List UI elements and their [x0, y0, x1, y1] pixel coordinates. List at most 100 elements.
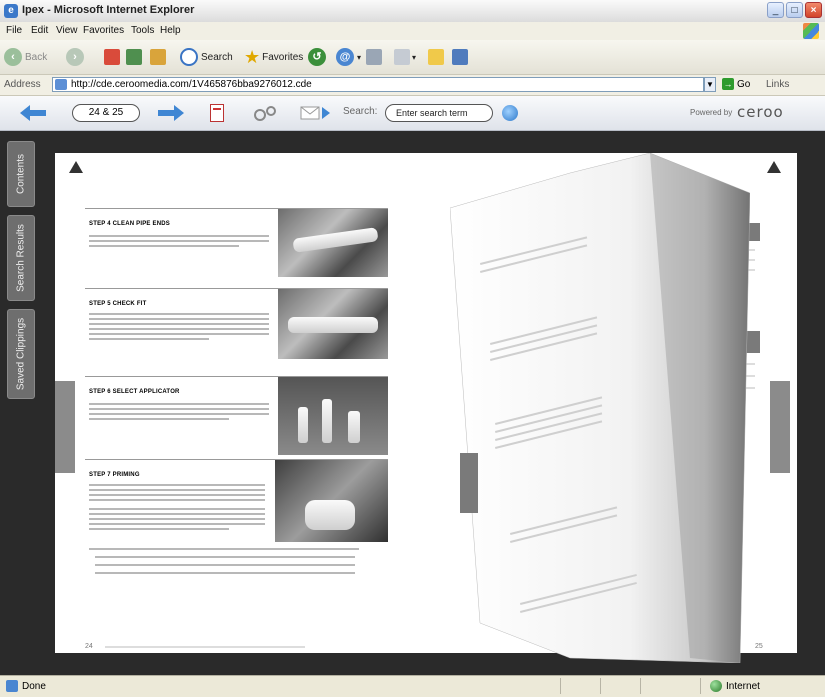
page-number-right: 25 — [755, 643, 763, 650]
page-number-input[interactable]: 24 & 25 — [72, 104, 140, 122]
text-line — [89, 323, 269, 325]
edit-dropdown-icon: ▾ — [412, 52, 417, 62]
text-line — [89, 240, 269, 242]
text-line — [89, 548, 359, 550]
menu-view[interactable]: View — [56, 25, 78, 36]
address-url: http://cde.ceroomedia.com/1V465876bba927… — [71, 79, 312, 90]
step-title: STEP 5 CHECK FIT — [89, 301, 147, 307]
email-page-button[interactable] — [300, 104, 330, 122]
text-line — [89, 328, 269, 330]
printer-icon — [366, 49, 382, 65]
home-icon — [150, 49, 166, 65]
address-label: Address — [4, 79, 41, 90]
text-line — [89, 484, 265, 486]
mail-dropdown-icon: ▾ — [357, 52, 362, 62]
step-block: STEP 5 CHECK FIT — [85, 288, 388, 377]
links-button[interactable]: Links — [766, 79, 789, 90]
magazine-spread: STEP 4 CLEAN PIPE ENDS STEP 5 CHECK FIT … — [55, 153, 797, 663]
windows-logo-icon — [803, 23, 819, 39]
next-page-edge-tab[interactable] — [770, 381, 790, 473]
viewer-search-label: Search: — [343, 106, 378, 117]
back-arrow-icon: ‹ — [4, 48, 22, 66]
home-button[interactable] — [150, 46, 168, 68]
text-line — [89, 408, 269, 410]
pdf-button[interactable] — [210, 104, 224, 122]
forward-arrow-icon: › — [66, 48, 84, 66]
right-arrow-icon — [158, 105, 184, 121]
minimize-button[interactable]: _ — [767, 2, 784, 18]
messenger-button[interactable] — [452, 46, 470, 68]
magnifier-icon — [180, 48, 198, 66]
text-line — [89, 235, 269, 237]
curl-side-tab — [460, 453, 478, 513]
page-number-left: 24 — [85, 643, 93, 650]
text-line — [95, 572, 355, 574]
text-line — [89, 523, 265, 525]
prev-page-edge-tab[interactable] — [55, 381, 75, 473]
go-label: Go — [737, 78, 751, 90]
tab-saved-clippings[interactable]: Saved Clippings — [7, 309, 35, 399]
globe-icon — [710, 680, 722, 692]
text-line — [95, 564, 355, 566]
text-line — [89, 245, 239, 247]
refresh-icon — [126, 49, 142, 65]
menu-tools[interactable]: Tools — [131, 25, 154, 36]
favorites-button[interactable]: ★ Favorites — [244, 46, 303, 68]
step-block: STEP 4 CLEAN PIPE ENDS — [85, 208, 388, 285]
pipe-shape — [305, 500, 355, 530]
menu-help[interactable]: Help — [160, 25, 181, 36]
edit-icon — [394, 49, 410, 65]
powered-by-label: Powered by — [690, 108, 733, 117]
folder-icon — [428, 49, 444, 65]
stop-icon — [104, 49, 120, 65]
forward-button[interactable]: › — [66, 46, 87, 68]
menu-file[interactable]: File — [6, 25, 22, 36]
viewer-search-input[interactable]: Enter search term — [385, 104, 493, 122]
step-title: STEP 6 SELECT APPLICATOR — [89, 389, 180, 395]
tab-contents[interactable]: Contents — [7, 141, 35, 207]
tab-search-results[interactable]: Search Results — [7, 215, 35, 301]
menu-edit[interactable]: Edit — [31, 25, 48, 36]
refresh-button[interactable] — [126, 46, 144, 68]
folder-button[interactable] — [428, 46, 446, 68]
maximize-button[interactable]: □ — [786, 2, 803, 18]
security-zone[interactable]: Internet — [710, 680, 760, 692]
settings-button[interactable] — [252, 104, 278, 122]
footer-line — [105, 646, 305, 648]
text-line — [89, 489, 265, 491]
close-button[interactable]: × — [805, 2, 822, 18]
step-title: STEP 7 PRIMING — [89, 472, 140, 478]
next-page-button[interactable] — [158, 105, 184, 121]
ceroo-logo[interactable]: ceroo — [737, 103, 784, 121]
menu-bar: File Edit View Favorites Tools Help — [0, 22, 825, 41]
back-button[interactable]: ‹ Back — [4, 46, 47, 68]
applicator-shape — [322, 399, 332, 443]
text-line — [89, 338, 209, 340]
mail-icon: @ — [336, 48, 354, 66]
tab-search-results-label: Search Results — [15, 224, 27, 292]
gears-icon — [254, 106, 276, 121]
print-button[interactable] — [366, 46, 384, 68]
messenger-icon — [452, 49, 468, 65]
search-go-button[interactable] — [502, 105, 518, 121]
text-line — [89, 313, 269, 315]
prev-page-button[interactable] — [20, 105, 46, 121]
status-divider — [700, 678, 701, 694]
tab-contents-label: Contents — [15, 153, 27, 195]
edit-button[interactable]: ▾ — [394, 46, 416, 68]
step-block: STEP 6 SELECT APPLICATOR — [85, 376, 388, 459]
stop-button[interactable] — [104, 46, 122, 68]
go-button[interactable]: → Go — [722, 78, 750, 90]
search-button[interactable]: Search — [180, 46, 233, 68]
address-input[interactable]: http://cde.ceroomedia.com/1V465876bba927… — [52, 77, 704, 92]
mail-button[interactable]: @ ▾ — [336, 46, 361, 68]
back-label: Back — [25, 51, 48, 63]
address-dropdown-button[interactable]: ▼ — [704, 77, 716, 92]
tab-saved-clippings-label: Saved Clippings — [15, 317, 27, 391]
text-line — [89, 518, 265, 520]
menu-favorites[interactable]: Favorites — [83, 25, 124, 36]
history-button[interactable]: ↺ — [308, 46, 329, 68]
photo-check-fit — [278, 289, 388, 359]
text-line — [89, 413, 269, 415]
text-line — [89, 508, 265, 510]
